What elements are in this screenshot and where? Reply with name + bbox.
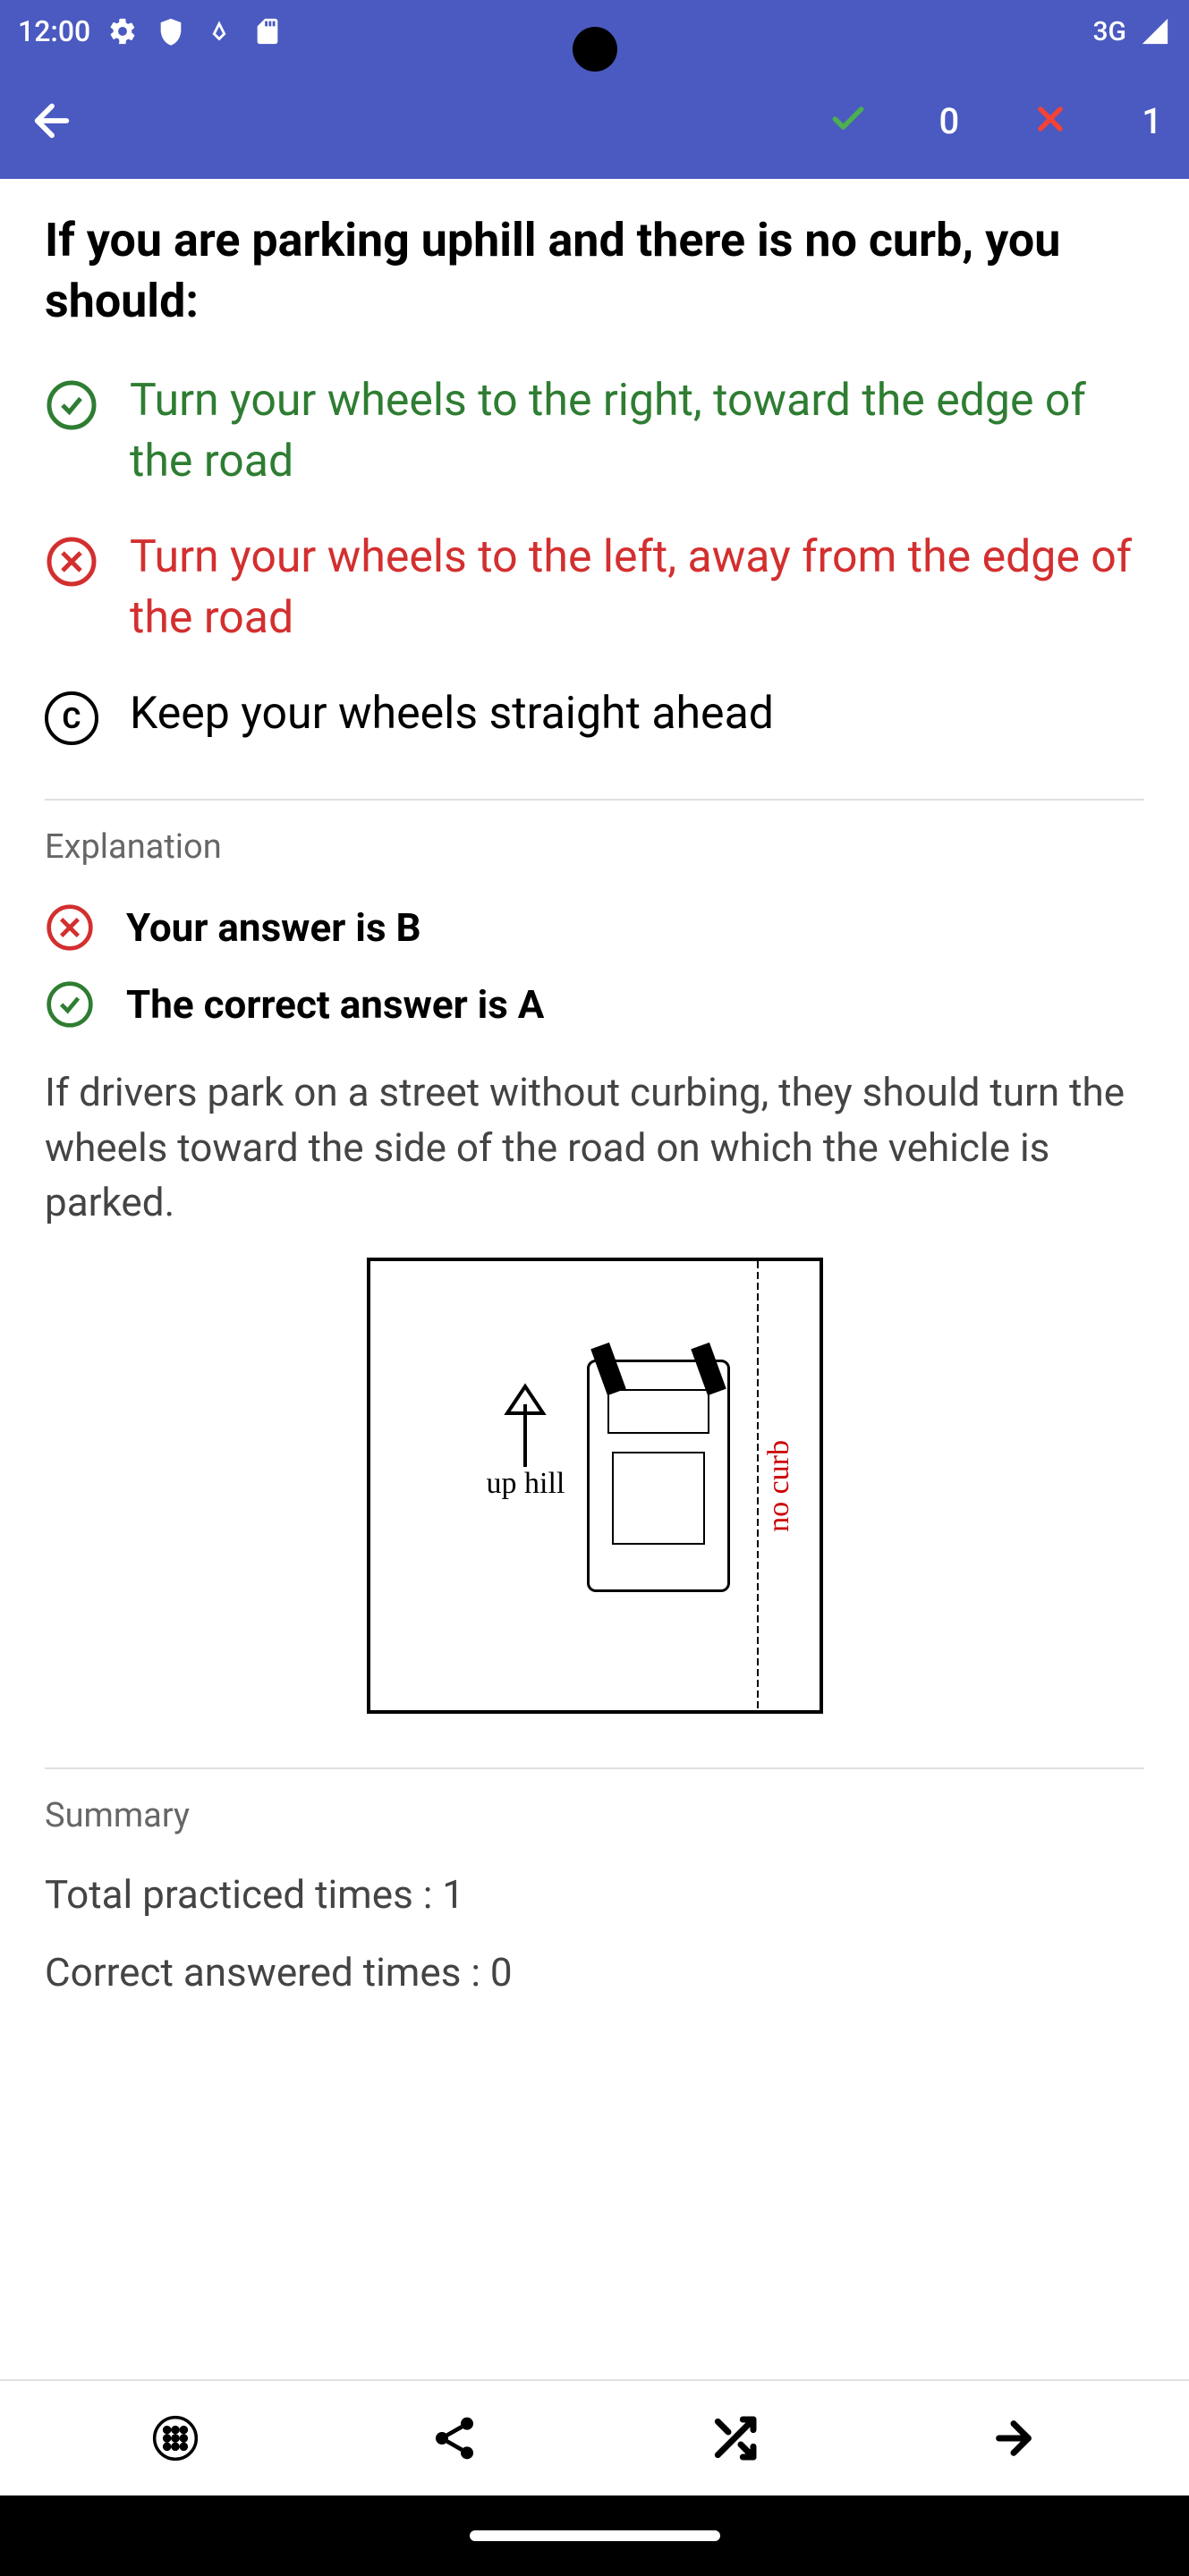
diagram-uphill-label: up hill — [487, 1467, 565, 1501]
option-c[interactable]: C Keep your wheels straight ahead — [45, 684, 1144, 745]
diagram-car — [587, 1360, 730, 1592]
separator — [45, 799, 1144, 801]
android-nav-bar — [0, 2496, 1189, 2576]
check-circle-icon — [45, 378, 98, 432]
separator — [45, 1767, 1144, 1769]
glasses-icon — [203, 15, 235, 47]
share-button[interactable] — [419, 2402, 490, 2474]
your-answer-text: Your answer is B — [126, 904, 421, 951]
question-text: If you are parking uphill and there is n… — [45, 210, 1144, 331]
score-wrong: 1 — [1031, 99, 1162, 142]
camera-notch — [573, 27, 617, 72]
option-a[interactable]: Turn your wheels to the right, toward th… — [45, 371, 1144, 492]
x-icon — [1031, 99, 1070, 142]
grid-button[interactable] — [140, 2402, 211, 2474]
option-b[interactable]: Turn your wheels to the left, away from … — [45, 528, 1144, 648]
score-correct: 0 — [828, 99, 960, 142]
correct-answer-line: The correct answer is A — [45, 979, 1144, 1030]
option-a-text: Turn your wheels to the right, toward th… — [130, 371, 1144, 492]
x-circle-icon — [45, 535, 98, 589]
explanation-diagram: up hill no curb — [45, 1258, 1144, 1714]
summary-correct-label: Correct answered times : — [45, 1949, 490, 1996]
back-button[interactable] — [27, 96, 77, 146]
summary-practiced-label: Total practiced times : — [45, 1871, 442, 1918]
correct-answer-text: The correct answer is A — [126, 981, 544, 1028]
network-label: 3G — [1093, 16, 1127, 47]
gear-icon — [106, 15, 139, 47]
next-button[interactable] — [978, 2402, 1049, 2474]
signal-icon — [1139, 15, 1171, 47]
summary-correct: Correct answered times : 0 — [45, 1949, 1144, 1996]
summary-practiced-value: 1 — [442, 1871, 464, 1918]
summary-title: Summary — [45, 1796, 1144, 1835]
bottom-nav — [0, 2379, 1189, 2496]
status-time: 12:00 — [18, 14, 90, 48]
diagram-nocurb-label: no curb — [762, 1440, 796, 1532]
score-correct-value: 0 — [939, 100, 960, 142]
x-circle-icon — [45, 902, 95, 953]
explanation-body: If drivers park on a street without curb… — [45, 1065, 1144, 1231]
android-nav-pill[interactable] — [470, 2530, 720, 2541]
check-circle-icon — [45, 979, 95, 1030]
option-c-text: Keep your wheels straight ahead — [130, 684, 774, 745]
option-b-text: Turn your wheels to the left, away from … — [130, 528, 1144, 648]
content-area: If you are parking uphill and there is n… — [0, 179, 1189, 2379]
summary-practiced: Total practiced times : 1 — [45, 1871, 1144, 1918]
explanation-title: Explanation — [45, 827, 1144, 867]
check-icon — [828, 99, 868, 142]
shuffle-button[interactable] — [699, 2402, 770, 2474]
score-wrong-value: 1 — [1142, 100, 1162, 142]
app-bar: 0 1 — [0, 63, 1189, 179]
option-c-letter-icon: C — [45, 691, 98, 745]
your-answer-line: Your answer is B — [45, 902, 1144, 953]
sd-card-icon — [251, 15, 284, 47]
shield-icon — [155, 15, 187, 47]
summary-correct-value: 0 — [490, 1949, 513, 1996]
